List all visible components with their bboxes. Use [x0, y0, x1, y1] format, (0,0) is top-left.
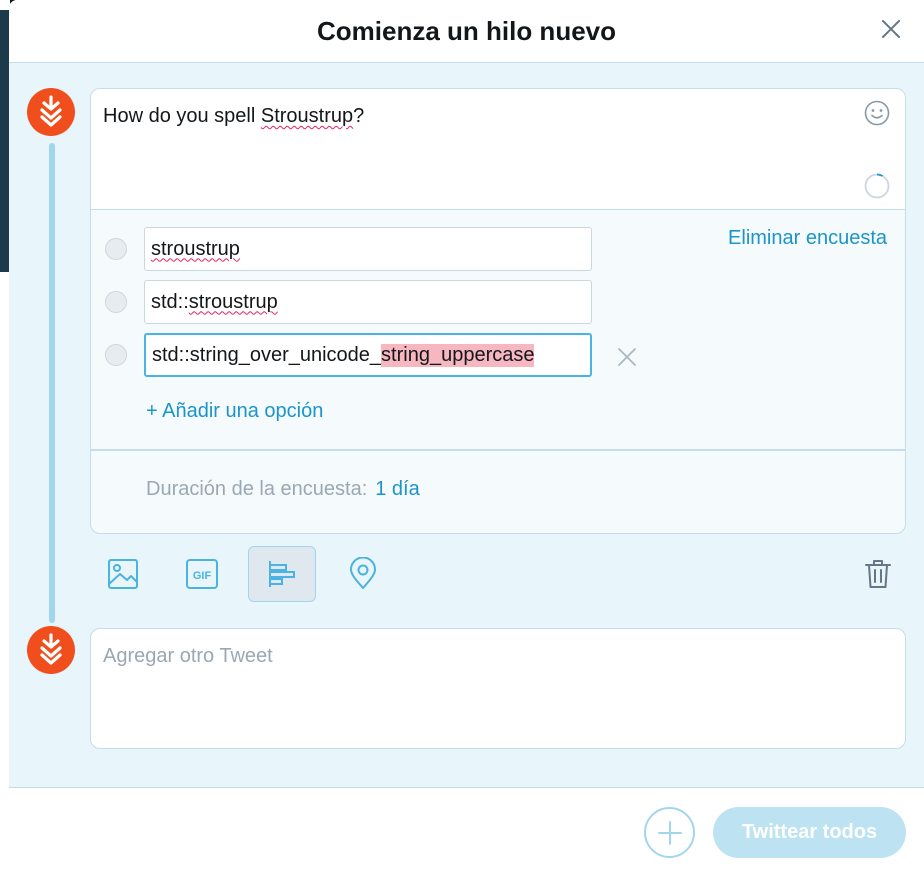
- radio-icon: [105, 344, 127, 366]
- tweet-text-prefix: How do you spell: [103, 105, 261, 127]
- duration-label: Duración de la encuesta:: [146, 478, 368, 500]
- poll-option: std:: stroustrup: [105, 280, 592, 324]
- close-icon[interactable]: [876, 14, 906, 44]
- tweet-text-suffix: ?: [353, 105, 365, 127]
- poll-icon[interactable]: [248, 546, 316, 602]
- tweet-text[interactable]: How do you spell Stroustrup?: [103, 105, 364, 128]
- tweet-text-area[interactable]: How do you spell Stroustrup?: [91, 89, 905, 210]
- poll-duration: Duración de la encuesta: 1 día: [146, 478, 420, 501]
- character-count-spinner: [863, 172, 891, 200]
- poll-option-input[interactable]: stroustrup: [144, 227, 592, 271]
- misspelled-word: Stroustrup: [260, 105, 354, 127]
- poll-option-input[interactable]: std::string_over_unicode_ string_uppercas…: [144, 333, 592, 377]
- option-text-prefix: std::string_over_unicode_: [152, 343, 382, 366]
- poll-option: std::string_over_unicode_ string_uppercas…: [105, 333, 592, 377]
- option-text: stroustrup: [188, 290, 278, 313]
- poll-option-input[interactable]: std:: stroustrup: [144, 280, 592, 324]
- modal-title: Comienza un hilo nuevo: [316, 15, 616, 46]
- poll-option: stroustrup: [105, 227, 592, 271]
- svg-text:GIF: GIF: [193, 570, 212, 582]
- location-icon[interactable]: [329, 546, 397, 602]
- gif-icon[interactable]: GIF: [168, 546, 236, 602]
- thread-line: [49, 143, 55, 623]
- radio-icon: [105, 238, 127, 260]
- trash-icon[interactable]: [844, 546, 912, 602]
- radio-icon: [105, 291, 127, 313]
- duration-value[interactable]: 1 día: [375, 478, 419, 500]
- option-text-prefix: std::: [151, 290, 189, 313]
- avatar: [27, 626, 75, 674]
- emoji-icon[interactable]: [863, 99, 891, 127]
- remove-poll-link[interactable]: Eliminar encuesta: [728, 227, 887, 250]
- option-text-highlighted: string_uppercase: [381, 343, 535, 367]
- divider: [91, 449, 905, 451]
- option-text: stroustrup: [151, 237, 240, 260]
- modal-footer: Twittear todos: [9, 787, 924, 873]
- second-tweet-placeholder: Agregar otro Tweet: [103, 645, 273, 667]
- compose-thread-modal: Comienza un hilo nuevo How do you spell …: [9, 0, 924, 873]
- tweet-compose-box: How do you spell Stroustrup? Eliminar en…: [90, 88, 906, 534]
- image-icon[interactable]: [89, 546, 157, 602]
- tweet-all-button[interactable]: Twittear todos: [713, 807, 906, 858]
- avatar: [27, 88, 75, 136]
- remove-option-icon[interactable]: [616, 346, 638, 368]
- add-option-link[interactable]: + Añadir una opción: [146, 400, 323, 423]
- plus-icon[interactable]: [644, 807, 695, 858]
- modal-header: Comienza un hilo nuevo: [9, 0, 924, 63]
- second-tweet-input[interactable]: Agregar otro Tweet: [90, 628, 906, 749]
